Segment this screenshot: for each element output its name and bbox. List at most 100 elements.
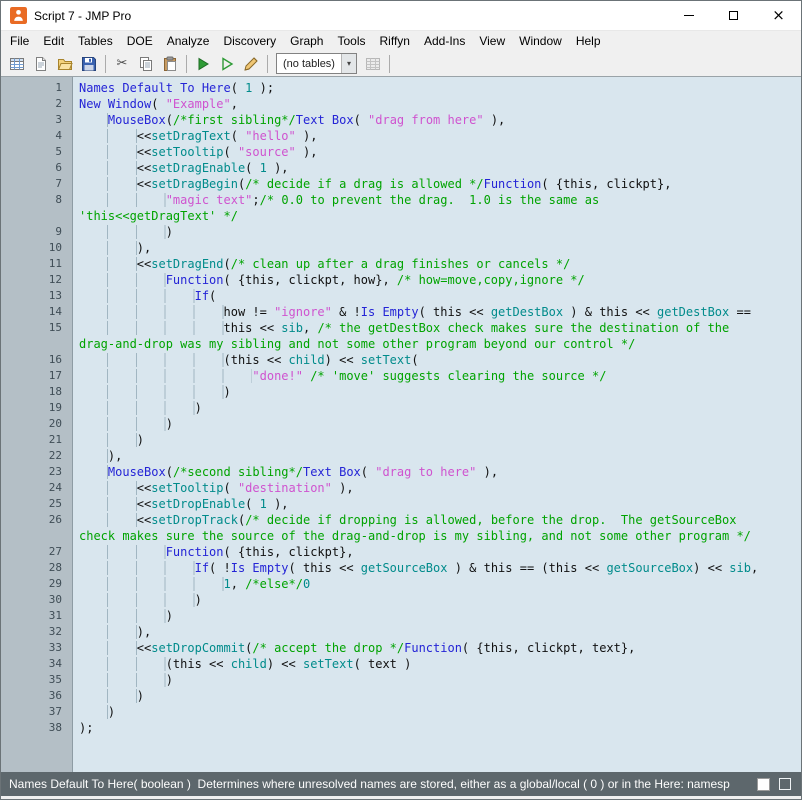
new-data-table-icon (9, 56, 25, 72)
menu-riffyn[interactable]: Riffyn (373, 31, 417, 51)
code-line-text: 1, /*else*/0 (73, 576, 310, 592)
minimize-button[interactable] (666, 1, 711, 30)
maximize-button[interactable] (711, 1, 756, 30)
menu-view[interactable]: View (472, 31, 512, 51)
code-row: 10 ), (1, 240, 801, 256)
line-number: 35 (1, 672, 73, 688)
status-hint-text: Names Default To Here( boolean ) Determi… (9, 777, 749, 791)
copy-button[interactable] (135, 53, 157, 75)
code-row: 37 ) (1, 704, 801, 720)
code-row: 29 1, /*else*/0 (1, 576, 801, 592)
menu-doe[interactable]: DOE (120, 31, 160, 51)
line-number: 16 (1, 352, 73, 368)
line-number: 7 (1, 176, 73, 192)
code-line-text: ) (73, 672, 173, 688)
paste-button[interactable] (159, 53, 181, 75)
app-window: Script 7 - JMP Pro × FileEditTablesDOEAn… (0, 0, 802, 800)
code-line-text: ) (73, 416, 173, 432)
run-selection-button[interactable] (216, 53, 238, 75)
run-script-icon (195, 56, 211, 72)
window-title: Script 7 - JMP Pro (34, 9, 666, 23)
line-number (1, 208, 73, 224)
status-checkbox[interactable] (779, 778, 791, 790)
code-row: 17 "done!" /* 'move' suggests clearing t… (1, 368, 801, 384)
code-line-text: "magic text";/* 0.0 to prevent the drag.… (73, 192, 606, 208)
line-number: 13 (1, 288, 73, 304)
code-row: 28 If( !Is Empty( this << getSourceBox )… (1, 560, 801, 576)
line-number: 11 (1, 256, 73, 272)
code-row: 38); (1, 720, 801, 736)
line-number: 37 (1, 704, 73, 720)
line-number: 30 (1, 592, 73, 608)
menu-tables[interactable]: Tables (71, 31, 120, 51)
toolbar-separator (105, 55, 106, 73)
line-number: 20 (1, 416, 73, 432)
code-line-text: <<setDropEnable( 1 ), (73, 496, 289, 512)
title-bar: Script 7 - JMP Pro × (1, 1, 801, 30)
line-number: 24 (1, 480, 73, 496)
toolbar: ✂ (1, 51, 801, 77)
new-data-table-button[interactable] (6, 53, 28, 75)
code-row: 8 "magic text";/* 0.0 to prevent the dra… (1, 192, 801, 208)
menu-bar: FileEditTablesDOEAnalyzeDiscoveryGraphTo… (1, 30, 801, 51)
code-row: drag-and-drop was my sibling and not som… (1, 336, 801, 352)
line-number: 15 (1, 320, 73, 336)
code-line-text: ), (73, 624, 151, 640)
line-number: 6 (1, 160, 73, 176)
new-script-button[interactable] (30, 53, 52, 75)
code-row: 30 ) (1, 592, 801, 608)
line-number: 3 (1, 112, 73, 128)
cut-button[interactable]: ✂ (111, 53, 133, 75)
code-line-text: ) (73, 688, 144, 704)
menu-tools[interactable]: Tools (330, 31, 372, 51)
code-line-text: <<setTooltip( "destination" ), (73, 480, 354, 496)
code-row: 6 <<setDragEnable( 1 ), (1, 160, 801, 176)
menu-add-ins[interactable]: Add-Ins (417, 31, 472, 51)
line-number: 36 (1, 688, 73, 704)
open-button[interactable] (54, 53, 76, 75)
status-bar: Names Default To Here( boolean ) Determi… (1, 772, 801, 796)
code-line-text: New Window( "Example", (73, 96, 238, 112)
run-script-button[interactable] (192, 53, 214, 75)
code-row: 24 <<setTooltip( "destination" ), (1, 480, 801, 496)
window-bottom-edge (1, 796, 801, 799)
code-line-text: ) (73, 224, 173, 240)
script-editor[interactable]: 1Names Default To Here( 1 );2New Window(… (1, 77, 801, 772)
line-number: 29 (1, 576, 73, 592)
menu-analyze[interactable]: Analyze (160, 31, 217, 51)
data-table-view-button[interactable] (362, 53, 384, 75)
code-row: 4 <<setDragText( "hello" ), (1, 128, 801, 144)
current-table-dropdown[interactable]: (no tables) ▾ (276, 53, 357, 74)
code-line-text: ), (73, 240, 151, 256)
code-line-text: ) (73, 592, 202, 608)
line-number: 18 (1, 384, 73, 400)
menu-file[interactable]: File (3, 31, 36, 51)
save-button[interactable] (78, 53, 100, 75)
code-line-text: ) (73, 608, 173, 624)
code-line-text: 'this<<getDragText' */ (73, 208, 238, 224)
line-number: 38 (1, 720, 73, 736)
status-color-swatch[interactable] (757, 778, 770, 791)
line-number: 12 (1, 272, 73, 288)
code-line-text: Names Default To Here( 1 ); (73, 80, 274, 96)
menu-discovery[interactable]: Discovery (216, 31, 283, 51)
current-table-label: (no tables) (277, 58, 341, 70)
code-line-text: <<setTooltip( "source" ), (73, 144, 317, 160)
menu-help[interactable]: Help (569, 31, 608, 51)
edit-script-button[interactable] (240, 53, 262, 75)
code-row: 21 ) (1, 432, 801, 448)
menu-graph[interactable]: Graph (283, 31, 330, 51)
code-line-text: ), (73, 448, 122, 464)
code-row: 26 <<setDropTrack(/* decide if dropping … (1, 512, 801, 528)
menu-window[interactable]: Window (512, 31, 569, 51)
code-row: 'this<<getDragText' */ (1, 208, 801, 224)
maximize-icon (729, 11, 738, 20)
close-button[interactable]: × (756, 1, 801, 30)
toolbar-separator (389, 55, 390, 73)
code-line-text: <<setDragText( "hello" ), (73, 128, 317, 144)
code-line-text: ) (73, 704, 115, 720)
code-row: 9 ) (1, 224, 801, 240)
code-line-text: this << sib, /* the getDestBox check mak… (73, 320, 736, 336)
code-row: 22 ), (1, 448, 801, 464)
menu-edit[interactable]: Edit (36, 31, 71, 51)
